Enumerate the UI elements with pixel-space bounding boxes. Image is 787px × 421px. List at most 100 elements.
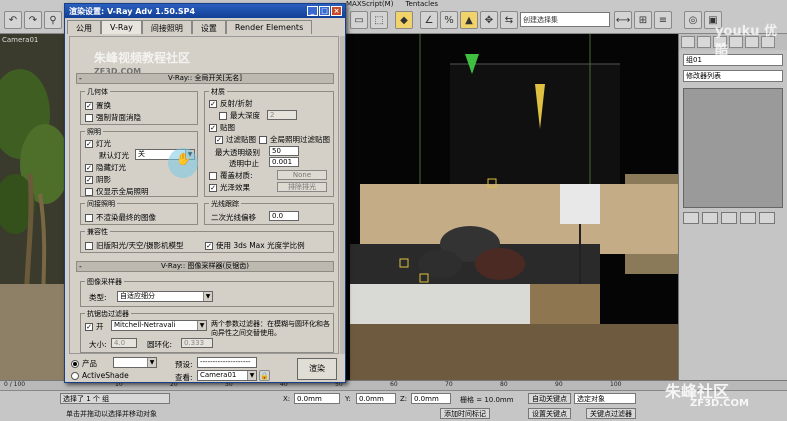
force-backface-checkbox[interactable]: 强制背面消隐 bbox=[85, 112, 141, 123]
maps-checkbox[interactable]: ✓ 贴图 bbox=[209, 122, 235, 133]
modify-tab-icon[interactable] bbox=[697, 36, 711, 48]
max-depth-field[interactable]: 2 bbox=[267, 110, 297, 120]
pin-stack-icon[interactable] bbox=[683, 212, 699, 224]
undo-icon[interactable]: ↶ bbox=[4, 11, 22, 29]
group-indirect: 间接照明 不渲染最终的图像 bbox=[80, 199, 198, 225]
auto-key-button[interactable]: 自动关键点 bbox=[528, 393, 571, 404]
menu-maxscript[interactable]: MAXScript(M) bbox=[346, 0, 393, 10]
filter-maps-checkbox[interactable]: ✓ 过滤贴图 bbox=[215, 134, 256, 145]
timeline-tick: 70 bbox=[445, 381, 453, 388]
secondary-bias-field[interactable]: 0.0 bbox=[269, 211, 299, 221]
snap-icon[interactable]: ◆ bbox=[395, 11, 413, 29]
collapse-icon: - bbox=[79, 74, 82, 83]
timeline-tick: 90 bbox=[555, 381, 563, 388]
configure-sets-icon[interactable] bbox=[759, 212, 775, 224]
lock-view-icon[interactable]: 🔒 bbox=[259, 370, 270, 381]
rollout-image-sampler[interactable]: - V-Ray:: 图像采样器(反锯齿) bbox=[76, 261, 334, 272]
y-coordinate-field[interactable]: 0.0mm bbox=[356, 393, 396, 404]
displacement-checkbox[interactable]: ✓ 置换 bbox=[85, 100, 111, 111]
shadows-checkbox[interactable]: ✓ 阴影 bbox=[85, 174, 111, 185]
z-coordinate-field[interactable]: 0.0mm bbox=[411, 393, 451, 404]
aa-filter-dropdown[interactable]: Mitchell-Netravali ▼ bbox=[111, 320, 207, 331]
select-region-icon[interactable]: ⬚ bbox=[370, 11, 388, 29]
create-tab-icon[interactable] bbox=[681, 36, 695, 48]
max-transp-label: 最大透明级别 bbox=[215, 148, 260, 157]
key-filters-button[interactable]: 关键点过滤器 bbox=[586, 408, 636, 419]
group-title: 图像采样器 bbox=[85, 277, 124, 287]
show-end-result-icon[interactable] bbox=[702, 212, 718, 224]
add-time-tag-button[interactable]: 添加时间标记 bbox=[440, 408, 490, 419]
product-dropdown[interactable]: ▼ bbox=[113, 357, 157, 368]
key-mode-dropdown[interactable]: 选定对象 bbox=[574, 393, 636, 404]
left-viewport[interactable]: Camera01 bbox=[0, 34, 70, 380]
material-editor-icon[interactable]: ◎ bbox=[684, 11, 702, 29]
selection-set-field[interactable]: 创建选择集 bbox=[520, 12, 610, 27]
dialog-tabs: 公用 V-Ray 间接照明 设置 Render Elements bbox=[67, 20, 313, 34]
filter-maps-gi-checkbox[interactable]: 全局照明过滤贴图 bbox=[259, 134, 330, 145]
dialog-titlebar[interactable]: 渲染设置: V-Ray Adv 1.50.SP4 _ □ × bbox=[65, 4, 345, 18]
activeshade-radio[interactable]: ActiveShade bbox=[71, 371, 129, 380]
size-field[interactable]: 4.0 bbox=[111, 338, 137, 348]
dialog-scrollbar[interactable] bbox=[340, 36, 345, 354]
aa-filter-on-checkbox[interactable]: ✓ 开 bbox=[85, 321, 104, 332]
render-button[interactable]: 渲染 bbox=[297, 358, 337, 380]
tab-vray[interactable]: V-Ray bbox=[101, 20, 142, 34]
select-icon[interactable]: ▭ bbox=[350, 11, 368, 29]
group-title: 兼容性 bbox=[85, 227, 110, 237]
rollout-title: V-Ray:: 全局开关[无名] bbox=[168, 74, 242, 82]
rollout-global-switches[interactable]: - V-Ray:: 全局开关[无名] bbox=[76, 73, 334, 84]
modifier-list-dropdown[interactable]: 修改器列表 bbox=[683, 70, 783, 82]
hand-cursor-icon: ✋ bbox=[176, 152, 191, 166]
spinner-snap-icon[interactable]: ✥ bbox=[480, 11, 498, 29]
override-mtl-button[interactable]: None bbox=[277, 170, 327, 180]
glossy-exclude-button[interactable]: 排除排光 bbox=[277, 182, 327, 192]
group-title: 几何体 bbox=[85, 87, 110, 97]
maximize-icon[interactable]: □ bbox=[319, 6, 330, 16]
render-setup-dialog: 渲染设置: V-Ray Adv 1.50.SP4 _ □ × 公用 V-Ray … bbox=[64, 3, 346, 383]
modifier-stack[interactable] bbox=[683, 88, 783, 208]
make-unique-icon[interactable] bbox=[721, 212, 737, 224]
hidden-lights-checkbox[interactable]: ✓ 隐藏灯光 bbox=[85, 162, 126, 173]
set-key-button[interactable]: 设置关键点 bbox=[528, 408, 571, 419]
close-icon[interactable]: × bbox=[331, 6, 342, 16]
x-coordinate-field[interactable]: 0.0mm bbox=[294, 393, 340, 404]
max-transp-field[interactable]: 50 bbox=[269, 146, 299, 156]
minimize-icon[interactable]: _ bbox=[307, 6, 318, 16]
view-dropdown[interactable]: Camera01 ▼ bbox=[197, 370, 257, 381]
override-mtl-checkbox[interactable]: 覆盖材质: bbox=[209, 170, 253, 181]
brand-watermark-url: ZF3D.COM bbox=[690, 398, 749, 409]
align-icon[interactable]: ⊞ bbox=[634, 11, 652, 29]
glossy-effects-checkbox[interactable]: ✓ 光泽效果 bbox=[209, 182, 250, 193]
tab-common[interactable]: 公用 bbox=[67, 20, 101, 34]
named-set-icon[interactable]: ⇆ bbox=[500, 11, 518, 29]
ringing-field[interactable]: 0.333 bbox=[181, 338, 213, 348]
tab-settings[interactable]: 设置 bbox=[191, 20, 226, 34]
use-3dsmax-photometric-checkbox[interactable]: ✓ 使用 3ds Max 光度学比例 bbox=[205, 240, 305, 251]
menu-tentacles[interactable]: Tentacles bbox=[405, 0, 438, 10]
command-panel: 组01 修改器列表 bbox=[678, 34, 787, 380]
angle-snap-icon[interactable]: ∠ bbox=[420, 11, 438, 29]
transp-cutoff-field[interactable]: 0.001 bbox=[269, 157, 299, 167]
selection-status: 选择了 1 个 组 bbox=[60, 393, 170, 404]
preset-dropdown[interactable]: -------------------- bbox=[197, 357, 257, 368]
tab-render-elements[interactable]: Render Elements bbox=[225, 20, 313, 34]
lights-checkbox[interactable]: ✓ 灯光 bbox=[85, 138, 111, 149]
max-depth-checkbox[interactable]: 最大深度 bbox=[219, 110, 260, 121]
sampler-type-dropdown[interactable]: 自适应细分 ▼ bbox=[117, 291, 213, 302]
reflect-refract-checkbox[interactable]: ✓ 反射/折射 bbox=[209, 98, 253, 109]
size-label: 大小: bbox=[89, 340, 107, 349]
dont-render-final-checkbox[interactable]: 不渲染最终的图像 bbox=[85, 212, 156, 223]
mirror-icon[interactable]: ▲ bbox=[460, 11, 478, 29]
remove-modifier-icon[interactable] bbox=[740, 212, 756, 224]
show-gi-only-checkbox[interactable]: 仅显示全局照明 bbox=[85, 186, 149, 197]
percent-snap-icon[interactable]: % bbox=[440, 11, 458, 29]
tab-indirect[interactable]: 间接照明 bbox=[141, 20, 192, 34]
redo-icon[interactable]: ↷ bbox=[24, 11, 42, 29]
link-icon[interactable]: ⚲ bbox=[44, 11, 62, 29]
legacy-sun-checkbox[interactable]: 旧版阳光/天空/摄影机模型 bbox=[85, 240, 184, 251]
group-materials: 材质 ✓ 反射/折射 最大深度 2 ✓ 贴图 ✓ 过滤贴图 全局照明过滤贴图 最大透明… bbox=[204, 87, 334, 197]
product-radio[interactable]: 产品 bbox=[71, 358, 97, 369]
modifier-stack-buttons bbox=[683, 212, 783, 226]
mirror-tool-icon[interactable]: ⟷ bbox=[614, 11, 632, 29]
layer-icon[interactable]: ≡ bbox=[654, 11, 672, 29]
